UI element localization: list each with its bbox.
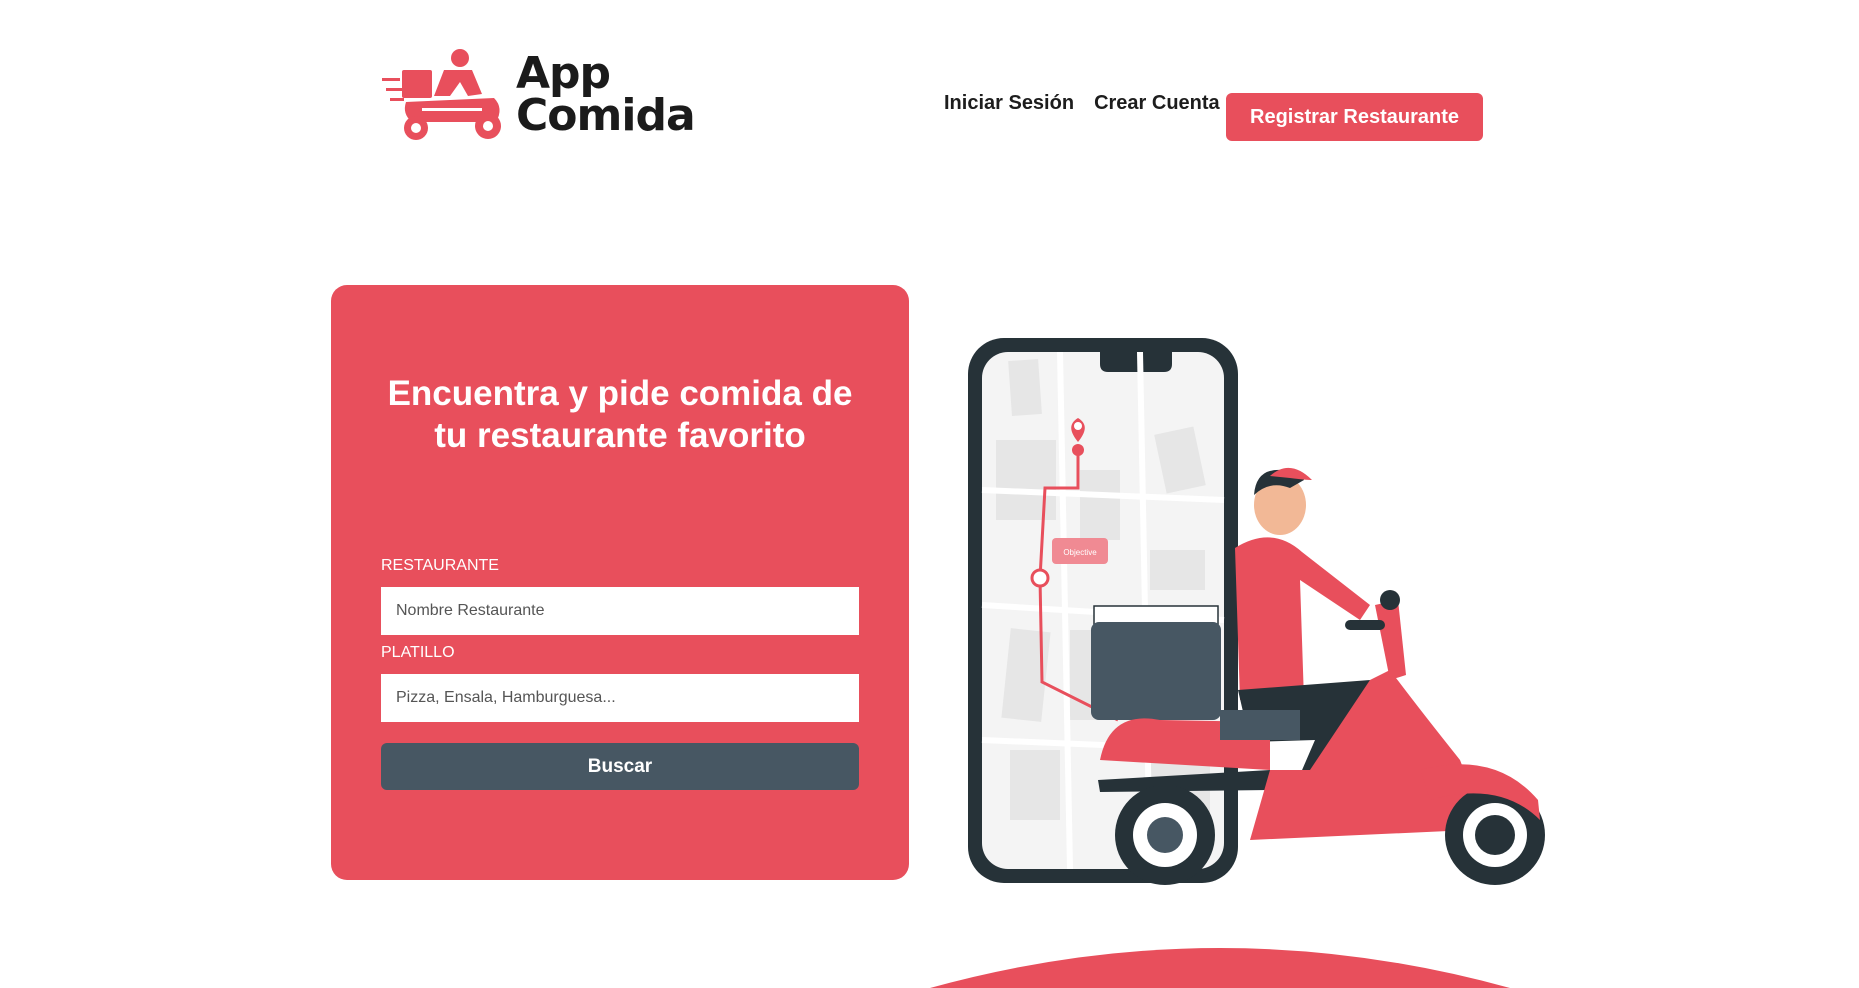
bottom-wave [930,948,1510,988]
map-tag-text: Objective [1063,548,1097,557]
logo[interactable]: App Comida [382,48,702,142]
delivery-scooter-logo-icon [382,49,501,140]
search-card: Encuentra y pide comida de tu restaurant… [331,285,909,880]
signup-link[interactable]: Crear Cuenta [1094,92,1220,115]
dish-input[interactable] [381,674,859,722]
logo-line-2: Comida [516,90,696,141]
logo-line-1: App [516,48,611,99]
dish-label: PLATILLO [381,644,455,661]
delivery-illustration: Objective [968,338,1545,885]
login-link[interactable]: Iniciar Sesión [944,92,1074,115]
hero-title: Encuentra y pide comida de tu restaurant… [387,374,853,455]
restaurant-label: RESTAURANTE [381,557,499,574]
main-nav: Iniciar Sesión Crear Cuenta [944,92,1220,115]
search-button[interactable]: Buscar [381,743,859,790]
restaurant-input[interactable] [381,587,859,635]
register-restaurant-button[interactable]: Registrar Restaurante [1226,93,1483,141]
logo-text: App Comida [516,48,696,141]
